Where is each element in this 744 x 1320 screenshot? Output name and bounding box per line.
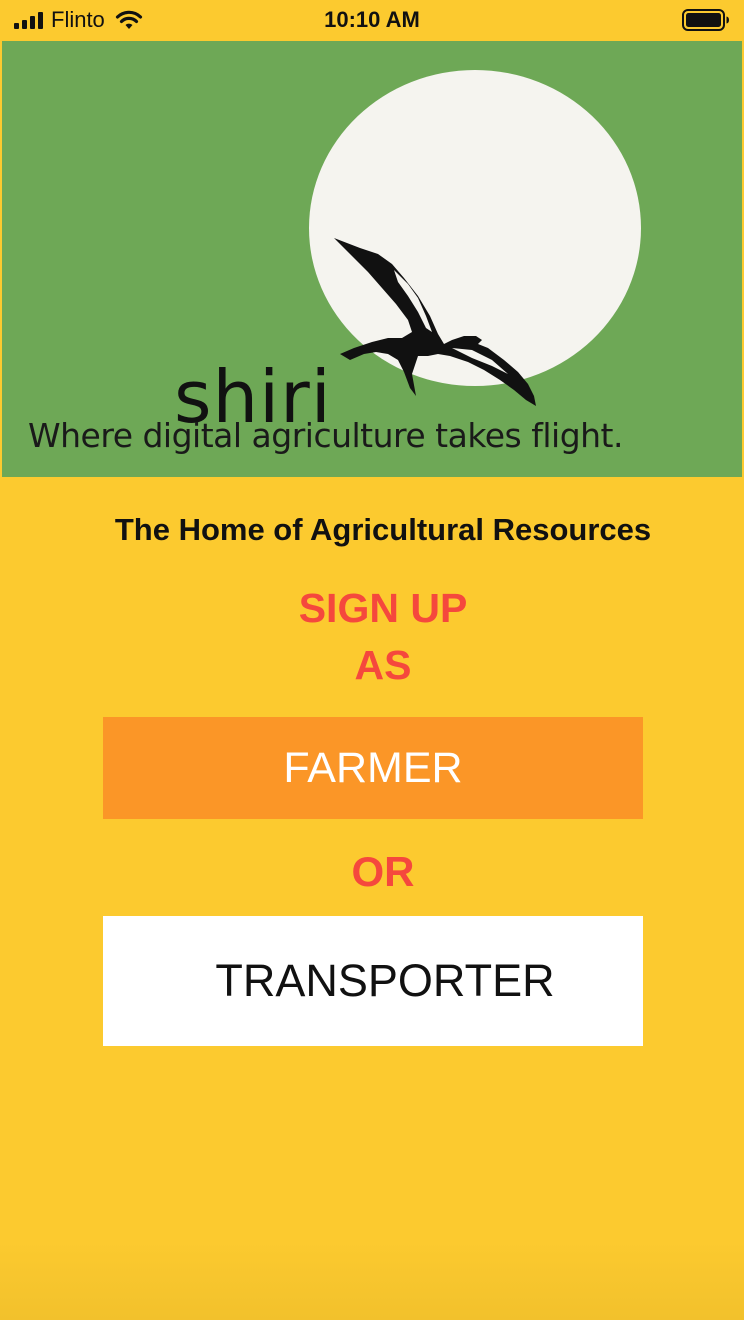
signup-heading-line-1: SIGN UP bbox=[298, 585, 468, 631]
farmer-button-label: FARMER bbox=[283, 743, 463, 792]
transporter-button-label: TRANSPORTER bbox=[215, 955, 555, 1006]
status-bar: Flinto 10:10 AM bbox=[0, 0, 744, 40]
brand-tagline: Where digital agriculture takes flight. bbox=[28, 416, 623, 455]
farmer-button[interactable]: FARMER bbox=[103, 717, 643, 819]
or-separator: OR bbox=[351, 848, 415, 895]
signup-screen: Flinto 10:10 AM shiri Where digital agri… bbox=[0, 0, 744, 1320]
brand-banner: shiri bbox=[2, 41, 742, 477]
signup-heading-line-2: AS bbox=[354, 642, 412, 688]
battery-icon bbox=[682, 9, 729, 31]
status-time: 10:10 AM bbox=[324, 7, 420, 32]
page-headline: The Home of Agricultural Resources bbox=[114, 512, 652, 547]
transporter-button[interactable]: TRANSPORTER bbox=[103, 916, 643, 1046]
kite-bird-icon bbox=[334, 238, 536, 406]
